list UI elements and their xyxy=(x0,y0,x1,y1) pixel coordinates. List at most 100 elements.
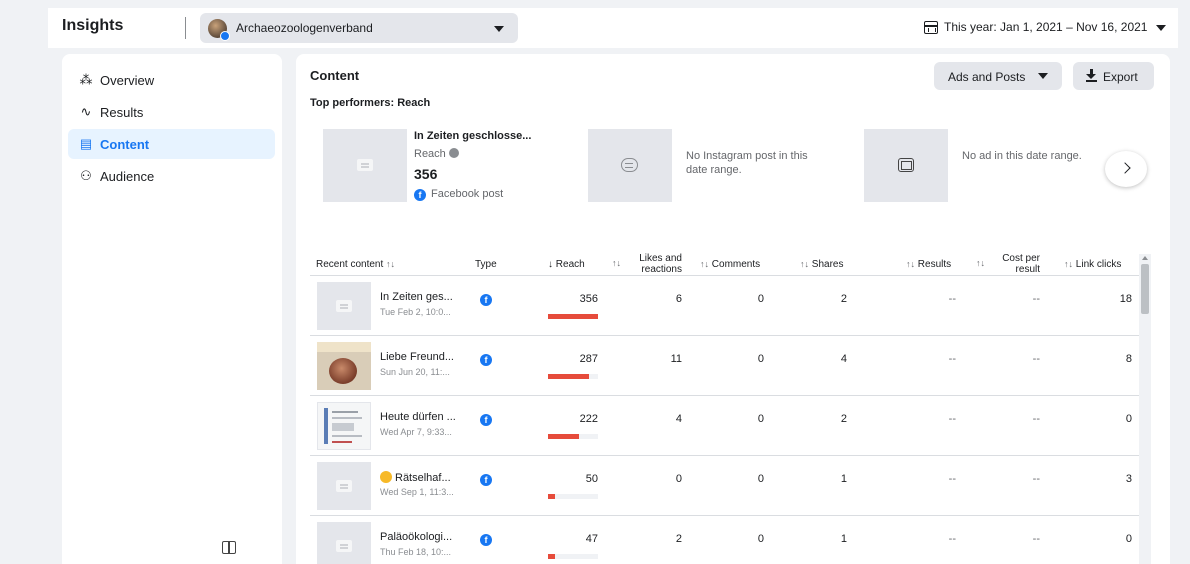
post-thumbnail xyxy=(317,402,371,450)
column-header-type: Type xyxy=(475,259,497,270)
column-header-results[interactable]: ↑↓ Results xyxy=(906,259,951,270)
chevron-down-icon xyxy=(1038,73,1048,79)
chevron-down-icon xyxy=(1156,25,1166,31)
facebook-icon: f xyxy=(480,534,492,546)
sort-icon: ↑↓ xyxy=(1064,259,1073,269)
metric-label: Reach xyxy=(414,148,446,160)
post-placeholder-icon xyxy=(336,540,352,552)
sidebar-item-audience[interactable]: ⚇ Audience xyxy=(68,161,275,191)
reach-value: 47 xyxy=(585,533,598,545)
top-post-reach-value: 356 xyxy=(414,166,438,182)
reach-bar-fill xyxy=(548,314,598,319)
reach-bar xyxy=(548,374,598,379)
table-row[interactable]: Liebe Freund... Sun Jun 20, 11:... f 287… xyxy=(310,335,1142,395)
header-label: Shares xyxy=(811,259,844,270)
scroll-thumb[interactable] xyxy=(1141,264,1149,314)
date-range-picker[interactable]: This year: Jan 1, 2021 – Nov 16, 2021 xyxy=(924,20,1166,38)
section-title: Content xyxy=(310,68,360,83)
content-panel: Content Ads and Posts Export Top perform… xyxy=(296,54,1170,564)
top-post-metric: Reach xyxy=(414,148,459,160)
scroll-up-icon[interactable] xyxy=(1142,256,1148,260)
ad-thumbnail-placeholder xyxy=(864,129,948,202)
reach-bar xyxy=(548,554,598,559)
column-header-cost[interactable]: ↑↓ Cost per result xyxy=(976,253,1040,275)
post-date: Thu Feb 18, 10:... xyxy=(380,547,452,557)
header-label: Reach xyxy=(555,259,585,270)
results-value: -- xyxy=(948,293,956,305)
post-title-text: Rätselhaf... xyxy=(395,472,451,484)
table-scrollbar[interactable] xyxy=(1139,254,1151,564)
reach-bar xyxy=(548,494,598,499)
column-header-link-clicks[interactable]: ↑↓ Link clicks xyxy=(1064,259,1121,270)
header-label: Results xyxy=(917,259,952,270)
post-title: In Zeiten ges... xyxy=(380,291,453,303)
sidebar-item-label: Overview xyxy=(100,73,155,88)
post-title: Paläoökologi... xyxy=(380,531,453,543)
post-title: Rätselhaf... xyxy=(380,471,451,484)
column-header-recent-content[interactable]: Recent content ↑↓ xyxy=(316,259,395,270)
reach-bar-fill xyxy=(548,434,579,439)
table-row[interactable]: Paläoökologi... Thu Feb 18, 10:... f 47 … xyxy=(310,515,1142,564)
top-post-thumbnail[interactable] xyxy=(323,129,407,202)
chevron-right-icon xyxy=(1119,162,1131,174)
thumbnail-header xyxy=(317,342,371,352)
link-clicks-value: 18 xyxy=(1119,293,1132,305)
ads-filter-label: Ads and Posts xyxy=(948,70,1026,84)
document-line xyxy=(332,441,352,443)
sidebar-item-overview[interactable]: ⁂ Overview xyxy=(68,65,275,95)
title-divider xyxy=(185,17,186,39)
cost-value: -- xyxy=(1032,473,1040,485)
post-thumbnail xyxy=(317,342,371,390)
document-line xyxy=(332,411,358,413)
ads-and-posts-dropdown[interactable]: Ads and Posts xyxy=(934,62,1062,90)
instagram-thumbnail-placeholder xyxy=(588,129,672,202)
shares-value: 2 xyxy=(840,293,847,305)
column-header-shares[interactable]: ↑↓ Shares xyxy=(800,259,843,270)
top-post-type: Facebook post xyxy=(431,188,504,200)
comments-value: 0 xyxy=(757,413,764,425)
column-header-comments[interactable]: ↑↓ Comments xyxy=(700,259,760,270)
reach-bar xyxy=(548,314,598,319)
results-icon: ∿ xyxy=(80,104,92,119)
page-selector[interactable]: Archaeozoologenverband xyxy=(200,13,518,43)
reach-bar xyxy=(548,434,598,439)
table-row[interactable]: Rätselhaf... Wed Sep 1, 11:3... f 50 0 0… xyxy=(310,455,1142,515)
shares-value: 1 xyxy=(840,473,847,485)
facebook-badge-icon xyxy=(220,31,230,41)
sort-icon: ↑↓ xyxy=(386,259,396,269)
sidebar-item-results[interactable]: ∿ Results xyxy=(68,97,275,127)
results-value: -- xyxy=(948,533,956,545)
header-label: Link clicks xyxy=(1075,259,1122,270)
sidebar: ⁂ Overview ∿ Results ▤ Content ⚇ Audienc… xyxy=(62,54,282,564)
content-icon: ▤ xyxy=(79,136,93,151)
chevron-down-icon xyxy=(494,26,504,32)
likes-value: 2 xyxy=(675,533,682,545)
instagram-empty-message: No Instagram post in this date range. xyxy=(686,150,808,176)
audience-icon: ⚇ xyxy=(80,168,92,183)
shares-value: 2 xyxy=(840,413,847,425)
calendar-icon xyxy=(924,21,938,34)
column-header-likes[interactable]: ↑↓ Likes and reactions xyxy=(612,253,682,275)
results-value: -- xyxy=(948,413,956,425)
post-placeholder-icon xyxy=(336,480,352,492)
likes-value: 0 xyxy=(675,473,682,485)
cost-value: -- xyxy=(1032,293,1040,305)
sidebar-item-content[interactable]: ▤ Content xyxy=(68,129,275,159)
top-post-title[interactable]: In Zeiten geschlosse... xyxy=(414,130,531,142)
export-button[interactable]: Export xyxy=(1073,62,1154,90)
facebook-icon: f xyxy=(480,354,492,366)
collapse-sidebar-icon[interactable] xyxy=(222,541,236,554)
comments-value: 0 xyxy=(757,473,764,485)
header-label: Cost per result xyxy=(1002,253,1040,275)
info-icon[interactable] xyxy=(448,148,459,158)
table-row[interactable]: Heute dürfen ... Wed Apr 7, 9:33... f 22… xyxy=(310,395,1142,455)
reach-value: 356 xyxy=(579,293,598,305)
post-title: Liebe Freund... xyxy=(380,351,454,363)
table-row[interactable]: In Zeiten ges... Tue Feb 2, 10:0... f 35… xyxy=(310,275,1142,335)
reach-value: 50 xyxy=(585,473,598,485)
sort-icon: ↑↓ xyxy=(612,258,621,268)
top-bar: Insights Archaeozoologenverband This yea… xyxy=(48,8,1178,48)
next-button[interactable] xyxy=(1105,151,1147,187)
ad-icon xyxy=(898,158,914,172)
column-header-reach[interactable]: ↓ Reach xyxy=(548,259,585,270)
